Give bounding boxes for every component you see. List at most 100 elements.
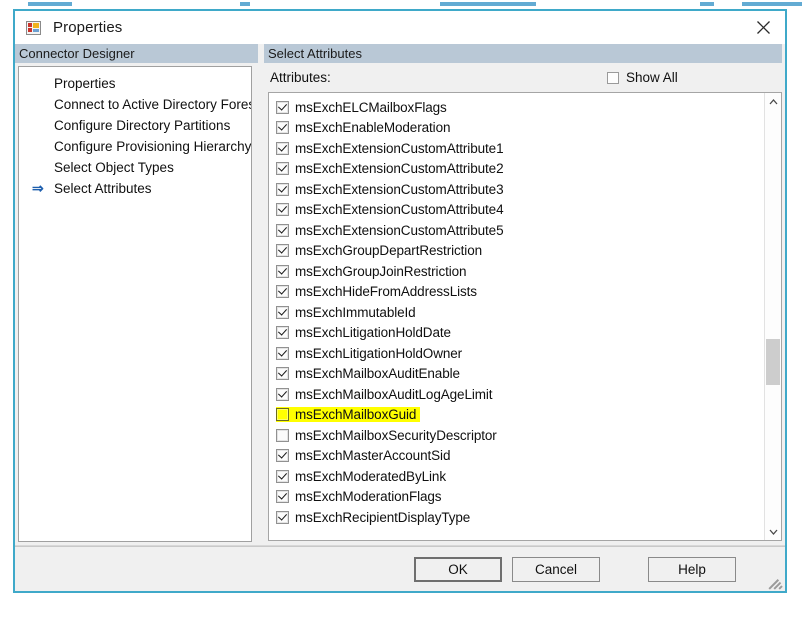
checkbox-checked-icon[interactable] bbox=[276, 182, 289, 196]
attribute-row-content: msExchExtensionCustomAttribute4 bbox=[276, 202, 508, 217]
checkbox-checked-icon[interactable] bbox=[276, 326, 289, 340]
attribute-name: msExchExtensionCustomAttribute1 bbox=[295, 140, 504, 156]
connector-designer-nav-list: Properties Connect to Active Directory F… bbox=[18, 66, 252, 542]
attribute-row[interactable]: msExchExtensionCustomAttribute5 bbox=[269, 220, 763, 241]
sidebar-item-label: Properties bbox=[54, 76, 116, 91]
attribute-row[interactable]: msExchMasterAccountSid bbox=[269, 446, 763, 467]
checkbox-checked-icon[interactable] bbox=[276, 100, 289, 114]
checkbox-checked-icon[interactable] bbox=[276, 449, 289, 463]
attribute-name: msExchModeratedByLink bbox=[295, 468, 446, 484]
attribute-name: msExchExtensionCustomAttribute2 bbox=[295, 161, 504, 177]
select-attributes-panel: Select Attributes Attributes: Show All m… bbox=[264, 44, 782, 545]
sidebar-item-select-object-types[interactable]: Select Object Types bbox=[19, 157, 251, 178]
dialog-footer: OK Cancel Help bbox=[15, 546, 785, 591]
attributes-listbox: msExchELCMailboxFlags msExchEnableModerat… bbox=[268, 92, 782, 541]
dialog-body: Connector Designer Properties Connect to… bbox=[15, 44, 785, 591]
attribute-row-content: msExchGroupJoinRestriction bbox=[276, 264, 470, 279]
checkbox-checked-icon[interactable] bbox=[276, 490, 289, 504]
attribute-name: msExchHideFromAddressLists bbox=[295, 284, 477, 300]
attribute-row[interactable]: msExchEnableModeration bbox=[269, 118, 763, 139]
checkbox-checked-icon[interactable] bbox=[276, 223, 289, 237]
attribute-name: msExchLitigationHoldOwner bbox=[295, 345, 463, 361]
attribute-row-content: msExchMasterAccountSid bbox=[276, 448, 454, 463]
attribute-name: msExchGroupJoinRestriction bbox=[295, 263, 467, 279]
attribute-name: msExchModerationFlags bbox=[295, 489, 442, 505]
attribute-row-content: msExchRecipientDisplayType bbox=[276, 510, 474, 525]
attribute-row[interactable]: msExchModerationFlags bbox=[269, 487, 763, 508]
attribute-row[interactable]: msExchGroupDepartRestriction bbox=[269, 241, 763, 262]
checkbox-checked-icon[interactable] bbox=[276, 162, 289, 176]
attribute-row[interactable]: msExchMailboxAuditEnable bbox=[269, 364, 763, 385]
checkbox-checked-icon[interactable] bbox=[276, 141, 289, 155]
sidebar-item-select-attributes[interactable]: ⇒ Select Attributes bbox=[19, 178, 251, 199]
attribute-row-content: msExchExtensionCustomAttribute2 bbox=[276, 161, 508, 176]
scroll-down-icon[interactable] bbox=[765, 523, 781, 540]
attribute-row-content: msExchMailboxSecurityDescriptor bbox=[276, 428, 501, 443]
attribute-row-content: msExchModeratedByLink bbox=[276, 469, 450, 484]
attribute-row-content: msExchMailboxAuditEnable bbox=[276, 366, 464, 381]
attribute-row-content: msExchLitigationHoldOwner bbox=[276, 346, 466, 361]
checkbox-checked-icon[interactable] bbox=[276, 367, 289, 381]
checkbox-checked-icon[interactable] bbox=[276, 510, 289, 524]
attribute-row[interactable]: msExchGroupJoinRestriction bbox=[269, 261, 763, 282]
attribute-name: msExchLitigationHoldDate bbox=[295, 325, 451, 341]
sidebar-item-connect-to-active-directory-forest[interactable]: Connect to Active Directory Forest bbox=[19, 94, 251, 115]
attribute-row[interactable]: msExchELCMailboxFlags bbox=[269, 97, 763, 118]
attribute-row[interactable]: msExchExtensionCustomAttribute2 bbox=[269, 159, 763, 180]
sidebar-item-configure-provisioning-hierarchy[interactable]: Configure Provisioning Hierarchy bbox=[19, 136, 251, 157]
attribute-row[interactable]: msExchRecipientDisplayType bbox=[269, 507, 763, 528]
attribute-row[interactable]: msExchExtensionCustomAttribute3 bbox=[269, 179, 763, 200]
ok-button[interactable]: OK bbox=[414, 557, 502, 582]
show-all-checkbox[interactable]: Show All bbox=[600, 70, 678, 85]
sidebar-item-label: Configure Provisioning Hierarchy bbox=[54, 139, 252, 154]
close-icon[interactable] bbox=[741, 11, 785, 44]
attribute-row-content: msExchGroupDepartRestriction bbox=[276, 243, 486, 258]
attribute-row[interactable]: msExchLitigationHoldOwner bbox=[269, 343, 763, 364]
attribute-row[interactable]: msExchMailboxGuid bbox=[269, 405, 763, 426]
connector-designer-panel: Connector Designer Properties Connect to… bbox=[15, 44, 258, 545]
sidebar-item-label: Select Attributes bbox=[54, 181, 152, 196]
show-all-label: Show All bbox=[626, 70, 678, 85]
scroll-up-icon[interactable] bbox=[765, 93, 781, 110]
checkbox-checked-icon[interactable] bbox=[276, 203, 289, 217]
checkbox-checked-icon[interactable] bbox=[276, 346, 289, 360]
attribute-row[interactable]: msExchModeratedByLink bbox=[269, 466, 763, 487]
help-button[interactable]: Help bbox=[648, 557, 736, 582]
properties-dialog: Properties Connector Designer Properties… bbox=[13, 9, 787, 593]
attribute-row-content: msExchExtensionCustomAttribute1 bbox=[276, 141, 508, 156]
checkbox-checked-icon[interactable] bbox=[276, 305, 289, 319]
attribute-row[interactable]: msExchLitigationHoldDate bbox=[269, 323, 763, 344]
attribute-row[interactable]: msExchMailboxSecurityDescriptor bbox=[269, 425, 763, 446]
attribute-name: msExchExtensionCustomAttribute4 bbox=[295, 202, 504, 218]
attribute-row-content: msExchELCMailboxFlags bbox=[276, 100, 451, 115]
attribute-name: msExchGroupDepartRestriction bbox=[295, 243, 483, 259]
checkbox-checked-icon[interactable] bbox=[276, 244, 289, 258]
attribute-row[interactable]: msExchHideFromAddressLists bbox=[269, 282, 763, 303]
attribute-row[interactable]: msExchExtensionCustomAttribute4 bbox=[269, 200, 763, 221]
sidebar-item-configure-directory-partitions[interactable]: Configure Directory Partitions bbox=[19, 115, 251, 136]
attribute-row[interactable]: msExchImmutableId bbox=[269, 302, 763, 323]
checkbox-icon[interactable] bbox=[276, 408, 289, 422]
sidebar-item-properties[interactable]: Properties bbox=[19, 73, 251, 94]
resize-grip[interactable] bbox=[768, 575, 783, 590]
attributes-scroll-area[interactable]: msExchELCMailboxFlags msExchEnableModerat… bbox=[269, 93, 763, 540]
attribute-row[interactable]: msExchExtensionCustomAttribute1 bbox=[269, 138, 763, 159]
checkbox-checked-icon[interactable] bbox=[276, 264, 289, 278]
attribute-row[interactable]: msExchMailboxAuditLogAgeLimit bbox=[269, 384, 763, 405]
checkbox-checked-icon[interactable] bbox=[276, 469, 289, 483]
checkbox-checked-icon[interactable] bbox=[276, 285, 289, 299]
checkbox-icon bbox=[607, 71, 619, 84]
checkbox-checked-icon[interactable] bbox=[276, 121, 289, 135]
attribute-row-content: msExchExtensionCustomAttribute5 bbox=[276, 223, 508, 238]
attribute-name: msExchMailboxAuditEnable bbox=[295, 366, 460, 382]
connector-designer-header: Connector Designer bbox=[15, 44, 258, 63]
attribute-row-content: msExchModerationFlags bbox=[276, 489, 445, 504]
attribute-row-content: msExchLitigationHoldDate bbox=[276, 325, 455, 340]
cancel-button[interactable]: Cancel bbox=[512, 557, 600, 582]
properties-window-icon bbox=[26, 20, 42, 36]
checkbox-checked-icon[interactable] bbox=[276, 387, 289, 401]
attribute-name: msExchEnableModeration bbox=[295, 120, 451, 136]
attributes-scrollbar[interactable] bbox=[764, 93, 781, 540]
checkbox-icon[interactable] bbox=[276, 428, 289, 442]
scrollbar-thumb[interactable] bbox=[766, 339, 780, 385]
